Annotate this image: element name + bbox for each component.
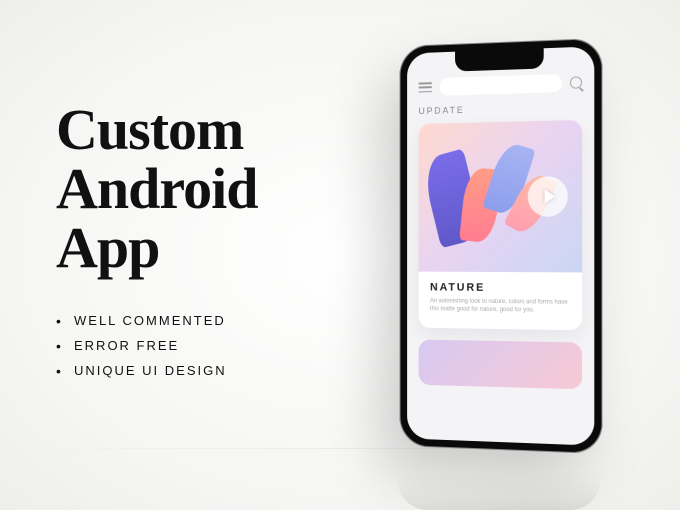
- card-title: NATURE: [430, 282, 570, 295]
- bullet-item: WELL COMMENTED: [56, 313, 356, 328]
- card-artwork: [419, 120, 583, 272]
- feature-bullets: WELL COMMENTED ERROR FREE UNIQUE UI DESI…: [56, 313, 356, 378]
- section-label: UPDATE: [419, 102, 583, 116]
- search-input[interactable]: [440, 74, 562, 96]
- play-icon[interactable]: [528, 176, 568, 217]
- phone-screen: UPDATE NATURE An astonishing look to nat…: [407, 46, 594, 445]
- secondary-card[interactable]: [419, 339, 583, 389]
- phone-reflection: [398, 450, 601, 510]
- search-icon[interactable]: [570, 76, 582, 89]
- phone-frame: UPDATE NATURE An astonishing look to nat…: [400, 38, 603, 454]
- phone-notch: [455, 48, 544, 71]
- card-body: NATURE An astonishing look to nature, co…: [419, 272, 583, 331]
- marketing-text-block: Custom Android App WELL COMMENTED ERROR …: [56, 100, 356, 388]
- card-description: An astonishing look to nature, colors an…: [430, 297, 570, 315]
- hamburger-icon[interactable]: [419, 82, 432, 92]
- app-topbar: [419, 73, 583, 96]
- bullet-item: ERROR FREE: [56, 338, 356, 353]
- phone-mockup: UPDATE NATURE An astonishing look to nat…: [396, 42, 602, 450]
- feature-card[interactable]: NATURE An astonishing look to nature, co…: [419, 120, 583, 330]
- headline: Custom Android App: [56, 100, 356, 277]
- headline-line-3: App: [56, 215, 159, 280]
- bullet-item: UNIQUE UI DESIGN: [56, 363, 356, 378]
- headline-line-2: Android: [56, 156, 257, 221]
- headline-line-1: Custom: [56, 97, 243, 162]
